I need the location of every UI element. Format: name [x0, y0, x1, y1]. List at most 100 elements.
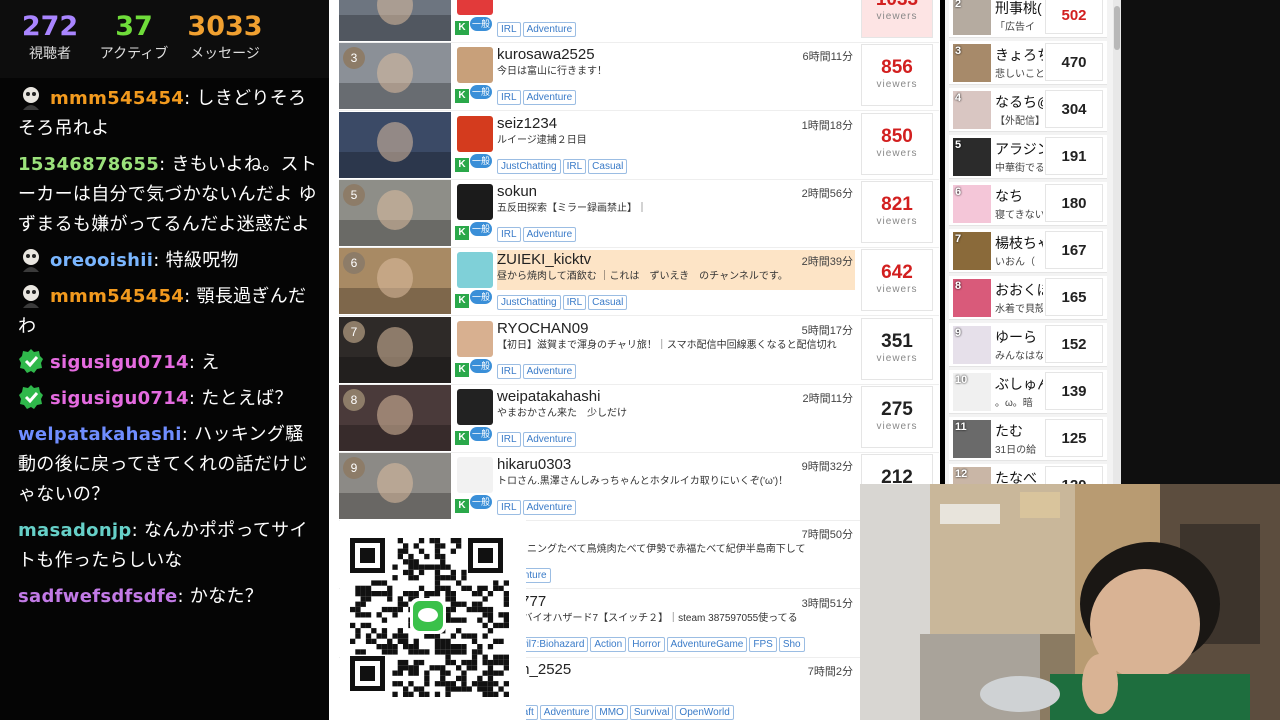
stream-info[interactable]: chan_2525ラ 7時間2分: [497, 660, 855, 700]
ranking-item[interactable]: 8 おおくぼ水着で貝殻165: [949, 276, 1107, 320]
stream-info[interactable]: sokun 五反田探索【ミラー録画禁止】｜ 2時間56分: [497, 182, 855, 222]
stream-tag[interactable]: AdventureGame: [666, 636, 748, 652]
stream-tag[interactable]: IRL: [497, 500, 521, 516]
stream-tag[interactable]: MMO: [595, 705, 628, 720]
stream-tag[interactable]: Adventure: [539, 705, 594, 720]
stream-thumbnail[interactable]: [339, 0, 451, 41]
stream-tag[interactable]: OpenWorld: [675, 705, 734, 720]
streamer-name[interactable]: weipatakahashi: [497, 387, 855, 407]
chat-username[interactable]: 15346878655: [18, 154, 159, 175]
stream-tag[interactable]: Casual: [588, 295, 628, 311]
streamer-avatar[interactable]: [457, 320, 493, 357]
streamer-avatar[interactable]: [457, 457, 493, 494]
streamer-avatar[interactable]: [457, 115, 493, 152]
stream-tag[interactable]: FPS: [749, 636, 777, 652]
ranking-name[interactable]: たむ: [995, 421, 1043, 441]
ranking-item[interactable]: 9 ゆーら みんなはな 152: [949, 323, 1107, 367]
stream-row[interactable]: 6 ZUIEKI_kicktv 昼から焼肉して酒飲む ｜これは ずいえき のチャンネ…: [339, 248, 939, 317]
stream-info[interactable]: 3のモーニングたべて鳥焼肉たべて伊勢で赤福たべて紀伊半島南下して7時間50分: [497, 523, 855, 563]
ranking-item[interactable]: 11 たむ 31日の給 125: [949, 417, 1107, 461]
stream-tag[interactable]: Adventure: [522, 431, 577, 447]
stream-tag[interactable]: Casual: [588, 158, 628, 174]
stream-info[interactable]: weipatakahashi やまおかさん来た 少しだけ 2時間11分: [497, 387, 855, 427]
chat-username[interactable]: sadfwefsdfsdfe: [18, 586, 178, 607]
ranking-name[interactable]: アラジン: [995, 139, 1043, 159]
stream-tag[interactable]: JustChatting: [497, 158, 561, 174]
ranking-item[interactable]: 5 アラジン中華街でる191: [949, 135, 1107, 179]
stream-row[interactable]: 7 RYOCHAN09 【初日】滋賀まで渾身のチャリ旅！｜スマホ配信中回線悪くなると…: [339, 316, 939, 385]
stream-thumbnail[interactable]: 6: [339, 248, 451, 315]
stream-tag[interactable]: Adventure: [522, 226, 577, 242]
chat-username[interactable]: mmm545454: [50, 88, 184, 109]
ranking-viewer-count: 180: [1045, 184, 1103, 222]
ranking-item[interactable]: 3 きょろち悲しいこと470: [949, 41, 1107, 85]
stream-tag[interactable]: Sho: [778, 636, 805, 652]
streamer-avatar[interactable]: [457, 0, 493, 15]
ranking-subtitle: いおん（: [995, 257, 1035, 268]
stream-thumbnail[interactable]: 3: [339, 43, 451, 110]
stream-tag[interactable]: IRL: [562, 158, 587, 174]
scrollbar-thumb[interactable]: [1114, 6, 1120, 50]
stream-tag[interactable]: IRL: [497, 431, 521, 447]
scrollbar[interactable]: [1113, 0, 1121, 488]
chat-username[interactable]: sigusigu0714: [50, 352, 189, 373]
stream-tag[interactable]: Adventure: [522, 363, 577, 379]
stream-tag[interactable]: Horror: [628, 636, 665, 652]
chat-username[interactable]: mmm545454: [50, 286, 184, 307]
chat-username[interactable]: masadonjp: [18, 520, 132, 541]
stream-info[interactable]: kurosawa2525 今日は富山に行きます！ 6時間11分: [497, 45, 855, 85]
stream-row[interactable]: 5 sokun 五反田探索【ミラー録画禁止】｜ 2時間56分 K 一般 IRL Adventu…: [339, 179, 939, 248]
stream-info[interactable]: ZUIEKI_kicktv 昼から焼肉して酒飲む ｜これは ずいえき のチャンネル…: [497, 250, 855, 291]
stream-tag[interactable]: IRL: [497, 363, 521, 379]
stream-tag[interactable]: Action: [590, 636, 627, 652]
streamer-avatar[interactable]: [457, 47, 493, 84]
stream-thumbnail[interactable]: [339, 111, 451, 178]
stream-tag[interactable]: IRL: [497, 226, 521, 242]
ranking-name[interactable]: なるち@: [995, 92, 1043, 112]
stream-row[interactable]: 8 weipatakahashi やまおかさん来た 少しだけ 2時間11分 K 一般 IRL…: [339, 384, 939, 453]
ranking-name[interactable]: 刑事桃(: [995, 0, 1043, 18]
stream-info[interactable]: RYOCHAN09 【初日】滋賀まで渾身のチャリ旅！｜スマホ配信中回線悪くなると配…: [497, 319, 855, 359]
stream-row[interactable]: 9 hikaru0303 トロさん.黒澤さんしみっちゃんとホタルイカ取りにいくぞ('…: [339, 453, 939, 522]
stream-tag[interactable]: JustChatting: [497, 295, 561, 311]
stream-tag[interactable]: Adventure: [522, 22, 577, 37]
stream-row[interactable]: 3 kurosawa2525 今日は富山に行きます！ 6時間11分 K 一般 IRL Adve…: [339, 43, 939, 112]
stream-title: 【初日】滋賀まで渾身のチャリ旅！｜スマホ配信中回線悪くなると配信切れ: [497, 339, 837, 351]
stream-info[interactable]: hikaru0303 トロさん.黒澤さんしみっちゃんとホタルイカ取りにいくぞ('ω…: [497, 455, 855, 495]
ranking-item[interactable]: 6 なち 寝てきない 180: [949, 182, 1107, 226]
chat-username[interactable]: welpatakahashi: [18, 424, 182, 445]
ranking-name[interactable]: 楊枝ちゃ: [995, 233, 1043, 253]
streamer-avatar[interactable]: [457, 252, 493, 289]
ranking-name[interactable]: なち: [995, 186, 1043, 206]
stream-thumbnail[interactable]: 8: [339, 384, 451, 451]
ranking-item[interactable]: 2 刑事桃(「広告イ 502: [949, 0, 1107, 38]
stream-thumbnail[interactable]: 9: [339, 453, 451, 520]
ranking-item[interactable]: 10 ぶしゅん。ω。暗 139: [949, 370, 1107, 414]
stream-tag[interactable]: IRL: [497, 22, 521, 37]
chat-username[interactable]: sigusigu0714: [50, 388, 189, 409]
stream-row[interactable]: seiz1234 ルイージ逮捕２日目 1時間18分 K 一般 JustChatting IR…: [339, 111, 939, 180]
ranking-item[interactable]: 4 なるち@ 【外配信】304: [949, 88, 1107, 132]
streamer-avatar[interactable]: [457, 388, 493, 425]
stream-thumbnail[interactable]: 5: [339, 179, 451, 246]
stream-info[interactable]: seiz1234 ルイージ逮捕２日目 1時間18分: [497, 114, 855, 154]
streamer-name[interactable]: chan_2525: [497, 660, 855, 680]
streamer-avatar[interactable]: [457, 183, 493, 220]
stream-tag[interactable]: Adventure: [522, 500, 577, 516]
ranking-item[interactable]: 7 楊枝ちゃいおん（ 167: [949, 229, 1107, 273]
stream-tag[interactable]: Adventure: [522, 90, 577, 106]
stream-row[interactable]: プリウス一万キロオイル交換してなかったわ ｜広島の山奥に住んでる51歳お K一般 I…: [339, 0, 939, 43]
stream-tag[interactable]: IRL: [562, 295, 587, 311]
stream-info[interactable]: プリウス一万キロオイル交換してなかったわ ｜広島の山奥に住んでる51歳お: [497, 0, 855, 17]
chat-username[interactable]: oreooishii: [50, 250, 153, 271]
stream-tag[interactable]: Survival: [629, 705, 674, 720]
stream-tag[interactable]: IRL: [497, 90, 521, 106]
ranking-name[interactable]: おおくぼ: [995, 280, 1043, 300]
ranking-name[interactable]: ぶしゅん: [995, 374, 1043, 394]
chat-message-list[interactable]: mmm545454: しきどりそろそろ吊れよ 15346878655: きもいよね…: [0, 78, 329, 612]
ranking-name[interactable]: ゆーら: [995, 327, 1043, 347]
stream-info[interactable]: osu777オ7】バイオハザード7【スイッチ２】｜steam 387597055…: [497, 592, 855, 632]
ranking-name[interactable]: きょろち: [995, 45, 1043, 65]
streamer-name[interactable]: kurosawa2525: [497, 45, 855, 65]
stream-thumbnail[interactable]: 7: [339, 316, 451, 383]
